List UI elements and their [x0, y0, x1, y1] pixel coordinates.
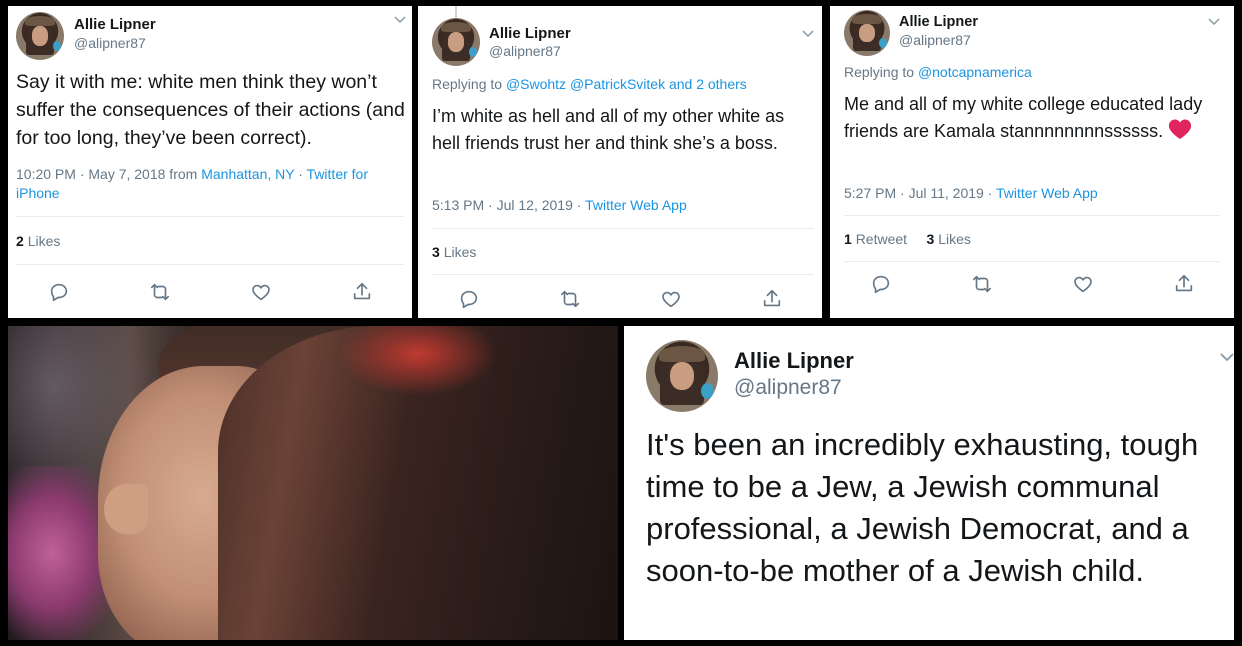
user-handle[interactable]: @alipner87	[74, 35, 146, 51]
divider	[844, 215, 1220, 216]
tweet-meta: 10:20 PM · May 7, 2018 from Manhattan, N…	[16, 165, 406, 203]
red-heart-emoji	[1168, 118, 1192, 148]
reply-button[interactable]	[830, 270, 931, 298]
avatar[interactable]	[432, 18, 480, 66]
likes-label[interactable]: Likes	[938, 231, 971, 247]
replying-to-links[interactable]: @notcapnamerica	[918, 64, 1032, 80]
replying-to: Replying to @notcapnamerica	[844, 64, 1032, 80]
likes-label[interactable]: Likes	[444, 244, 477, 260]
divider	[16, 216, 404, 217]
likes-label[interactable]: Likes	[28, 233, 61, 249]
avatar[interactable]	[16, 12, 64, 60]
like-button[interactable]	[620, 285, 721, 313]
replying-to: Replying to @Swohtz @PatrickSvitek and 2…	[432, 76, 747, 92]
tweet-text: It's been an incredibly exhausting, toug…	[646, 427, 1199, 588]
profile-photo	[8, 326, 618, 640]
red-heart-icon	[1169, 119, 1192, 139]
heart-icon	[661, 291, 680, 308]
tweet-card-2: Allie Lipner @alipner87 Replying to @Swo…	[418, 6, 822, 318]
source-link-cont[interactable]: iPhone	[16, 185, 60, 201]
share-button[interactable]	[311, 278, 412, 306]
location-link[interactable]: Manhattan, NY	[201, 166, 294, 182]
retweet-icon	[150, 283, 169, 301]
reply-icon	[872, 275, 889, 294]
retweet-button[interactable]	[109, 278, 210, 306]
chevron-down-icon[interactable]	[394, 12, 406, 27]
separator: ·	[294, 166, 307, 182]
tweet-text: I’m white as hell and all of my other wh…	[432, 106, 785, 153]
chevron-down-icon[interactable]	[1220, 350, 1234, 365]
thread-line	[455, 6, 457, 18]
divider	[844, 261, 1220, 262]
source-link[interactable]: Twitter for	[307, 166, 368, 182]
share-button[interactable]	[1133, 270, 1234, 298]
tweet-meta: 5:13 PM · Jul 12, 2019 · Twitter Web App	[432, 197, 687, 213]
timestamp[interactable]: 10:20 PM · May 7, 2018 from	[16, 166, 201, 182]
display-name[interactable]: Allie Lipner	[74, 16, 156, 33]
divider	[432, 274, 814, 275]
source-link[interactable]: Twitter Web App	[585, 197, 687, 213]
reply-button[interactable]	[8, 278, 109, 306]
share-button[interactable]	[721, 285, 822, 313]
tweet-text-body: Me and all of my white college educated …	[844, 94, 1203, 141]
heart-icon	[1073, 276, 1092, 293]
reply-button[interactable]	[418, 285, 519, 313]
replying-to-label: Replying to	[844, 64, 918, 80]
retweets-label[interactable]: Retweet	[856, 231, 907, 247]
avatar[interactable]	[646, 340, 718, 412]
action-bar	[418, 285, 822, 313]
retweet-button[interactable]	[519, 285, 620, 313]
engagement-counts: 3 Likes	[432, 244, 476, 260]
display-name[interactable]: Allie Lipner	[899, 14, 978, 30]
retweet-icon	[560, 290, 579, 308]
display-name[interactable]: Allie Lipner	[489, 25, 571, 42]
divider	[432, 228, 814, 229]
share-icon	[763, 289, 780, 307]
reply-icon	[50, 283, 67, 302]
likes-count[interactable]: 2	[16, 233, 24, 249]
engagement-counts: 2 Likes	[16, 233, 60, 249]
tweet-text: Say it with me: white men think they won…	[16, 71, 405, 149]
share-icon	[1175, 274, 1192, 292]
source-link[interactable]: Twitter Web App	[996, 185, 1098, 201]
avatar[interactable]	[844, 10, 890, 56]
display-name[interactable]: Allie Lipner	[734, 348, 854, 374]
action-bar	[830, 270, 1234, 298]
like-button[interactable]	[210, 278, 311, 306]
likes-count[interactable]: 3	[432, 244, 440, 260]
share-icon	[353, 282, 370, 300]
user-handle[interactable]: @alipner87	[734, 376, 842, 400]
user-handle[interactable]: @alipner87	[489, 43, 561, 59]
engagement-counts: 1 Retweet 3 Likes	[844, 231, 971, 247]
tweet-card-4: Allie Lipner @alipner87 It's been an inc…	[624, 326, 1234, 640]
timestamp[interactable]: 5:13 PM · Jul 12, 2019 ·	[432, 197, 585, 213]
tweet-card-1: Allie Lipner @alipner87 Say it with me: …	[8, 6, 412, 318]
heart-icon	[251, 284, 270, 301]
action-bar	[8, 278, 412, 306]
likes-count[interactable]: 3	[927, 231, 935, 247]
tweet-meta: 5:27 PM · Jul 11, 2019 · Twitter Web App	[844, 185, 1098, 201]
chevron-down-icon[interactable]	[1208, 14, 1220, 29]
divider	[16, 264, 404, 265]
retweet-icon	[972, 275, 991, 293]
user-handle[interactable]: @alipner87	[899, 32, 971, 48]
timestamp[interactable]: 5:27 PM · Jul 11, 2019 ·	[844, 185, 996, 201]
reply-icon	[460, 290, 477, 309]
replying-to-label: Replying to	[432, 76, 506, 92]
replying-to-links[interactable]: @Swohtz @PatrickSvitek and 2 others	[506, 76, 747, 92]
tweet-card-3: Allie Lipner @alipner87 Replying to @not…	[830, 6, 1234, 318]
tweet-text: Me and all of my white college educated …	[844, 91, 1216, 147]
retweet-button[interactable]	[931, 270, 1032, 298]
chevron-down-icon[interactable]	[802, 26, 814, 41]
retweets-count[interactable]: 1	[844, 231, 852, 247]
like-button[interactable]	[1032, 270, 1133, 298]
